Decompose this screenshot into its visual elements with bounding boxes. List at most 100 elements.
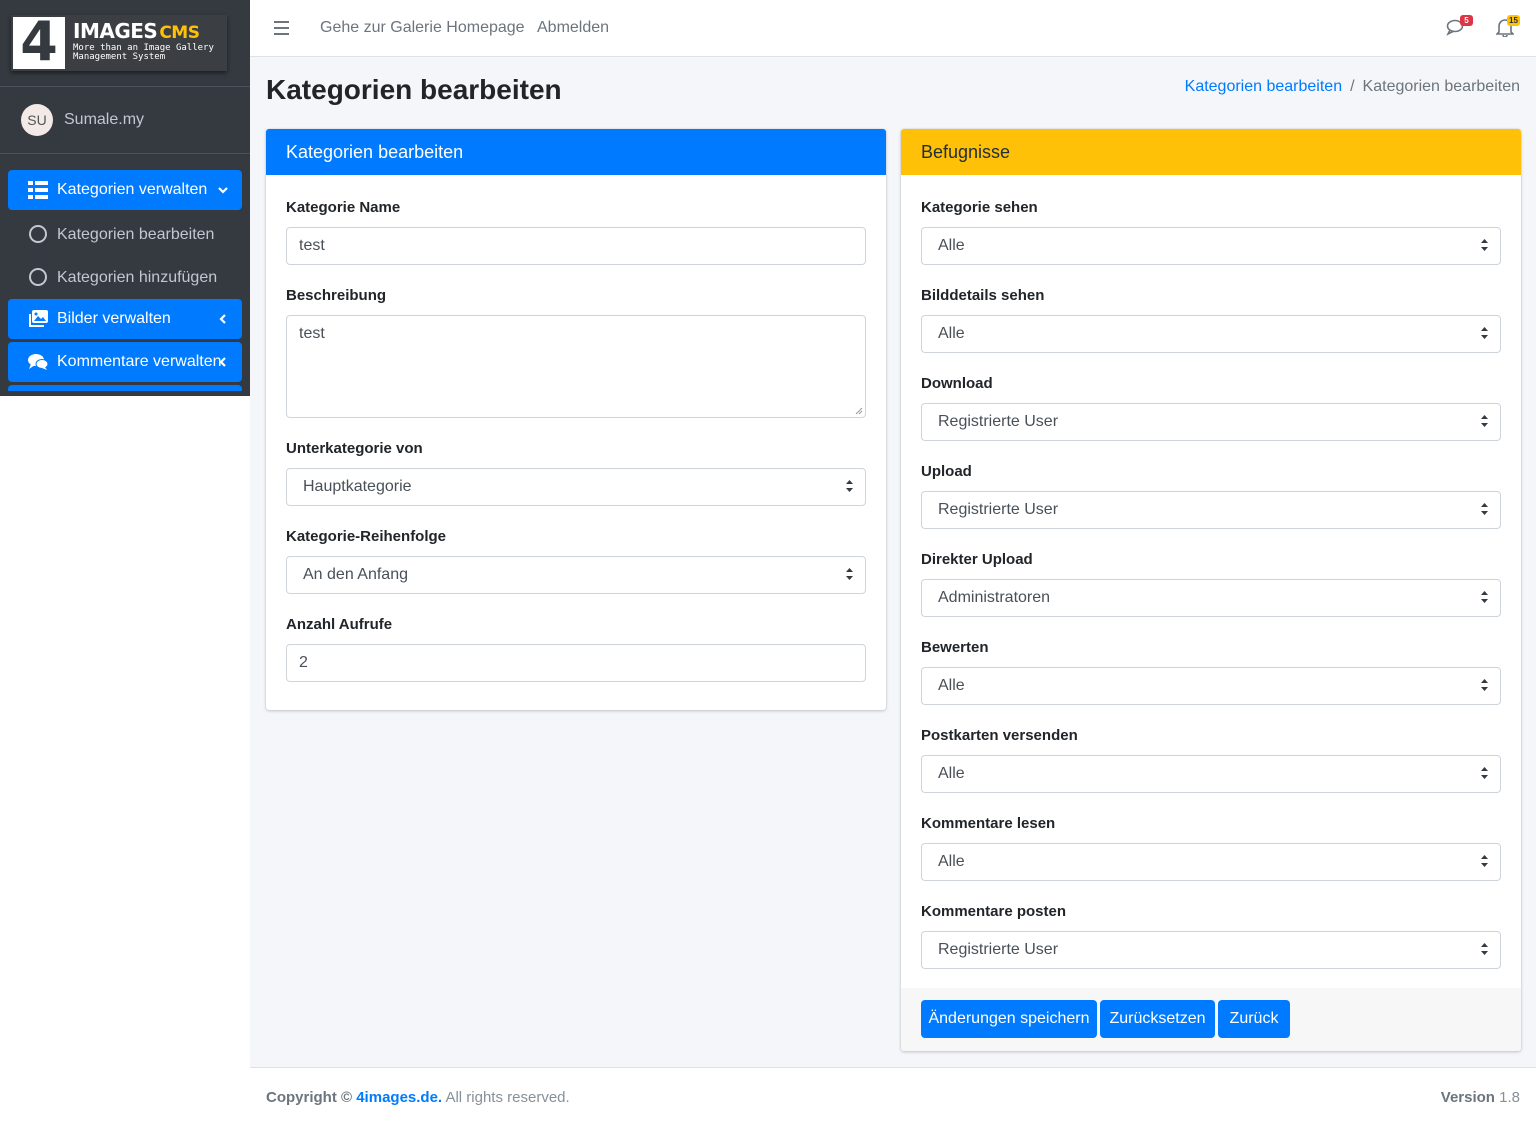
sidebar-item-label: Kategorien bearbeiten bbox=[57, 226, 215, 243]
category-card: Kategorien bearbeiten Kategorie Name tes… bbox=[266, 129, 886, 710]
select-arrows-icon bbox=[1481, 855, 1488, 867]
permission-value: Alle bbox=[938, 325, 965, 342]
permission-label: Kommentare lesen bbox=[921, 815, 1056, 832]
select-arrows-icon bbox=[1481, 327, 1488, 339]
sidebar-item-kategorien-verwalten[interactable]: Kategorien verwalten bbox=[8, 170, 242, 210]
version-value: 1.8 bbox=[1499, 1089, 1520, 1106]
category-form: Kategorie Name test Beschreibung test Un… bbox=[266, 175, 886, 682]
gallery-home-link[interactable]: Gehe zur Galerie Homepage bbox=[320, 19, 525, 37]
comments-icon bbox=[28, 354, 48, 370]
messages-badge: 5 bbox=[1460, 15, 1473, 26]
parent-category-select[interactable]: Hauptkategorie bbox=[286, 468, 866, 506]
permission-label: Download bbox=[921, 375, 993, 392]
permissions-card: Befugnisse Kategorie sehen Alle Bilddeta… bbox=[901, 129, 1521, 1051]
description-value: test bbox=[299, 325, 325, 342]
sidebar-item-kategorien-bearbeiten[interactable]: Kategorien bearbeiten bbox=[8, 213, 242, 256]
permission-label: Bewerten bbox=[921, 639, 989, 656]
save-button[interactable]: Änderungen speichern bbox=[921, 1000, 1097, 1038]
permission-download-select[interactable]: Registrierte User bbox=[921, 403, 1501, 441]
permission-label: Direkter Upload bbox=[921, 551, 1033, 568]
sidebar-item-label: Kategorien hinzufügen bbox=[57, 269, 218, 286]
select-arrows-icon bbox=[846, 480, 853, 492]
sidebar-item-label: Kategorien verwalten bbox=[57, 181, 208, 198]
logo-mark: 4 bbox=[13, 11, 65, 73]
breadcrumb-separator: / bbox=[1350, 78, 1355, 95]
brand-subtitle: More than an Image Gallery Management Sy… bbox=[73, 43, 214, 62]
brand-title-suffix: CMS bbox=[159, 23, 200, 43]
resize-handle-icon[interactable] bbox=[855, 407, 863, 415]
permission-view-details-select[interactable]: Alle bbox=[921, 315, 1501, 353]
copyright: Copyright © 4images.de. All rights reser… bbox=[266, 1089, 570, 1106]
reset-button[interactable]: Zurücksetzen bbox=[1100, 1000, 1215, 1038]
copyright-suffix: All rights reserved. bbox=[445, 1089, 570, 1106]
circle-icon bbox=[29, 268, 47, 286]
breadcrumb: Kategorien bearbeiten / Kategorien bearbei… bbox=[1185, 78, 1520, 96]
content-wrapper: Kategorien bearbeiten Kategorien bearbei… bbox=[250, 57, 1536, 1067]
permission-direct-upload-select[interactable]: Administratoren bbox=[921, 579, 1501, 617]
select-arrows-icon bbox=[1481, 943, 1488, 955]
chevron-left-icon bbox=[219, 314, 226, 324]
select-arrows-icon bbox=[1481, 591, 1488, 603]
page-title: Kategorien bearbeiten bbox=[266, 74, 562, 105]
circle-icon bbox=[29, 225, 47, 243]
copyright-link[interactable]: 4images.de. bbox=[356, 1089, 442, 1106]
permission-upload-select[interactable]: Registrierte User bbox=[921, 491, 1501, 529]
notifications-badge: 15 bbox=[1507, 15, 1520, 26]
permission-value: Registrierte User bbox=[938, 501, 1059, 518]
messages-button[interactable]: 5 bbox=[1446, 15, 1473, 40]
user-panel: SU Sumale.my bbox=[0, 87, 250, 154]
permission-postcards-select[interactable]: Alle bbox=[921, 755, 1501, 793]
permission-label: Upload bbox=[921, 463, 972, 480]
permissions-card-header: Befugnisse bbox=[901, 129, 1521, 175]
permission-label: Bilddetails sehen bbox=[921, 287, 1045, 304]
sidebar-item-bilder-verwalten[interactable]: Bilder verwalten bbox=[8, 299, 242, 339]
category-order-select[interactable]: An den Anfang bbox=[286, 556, 866, 594]
select-arrows-icon bbox=[1481, 239, 1488, 251]
brand-title: IMAGES CMS bbox=[73, 19, 200, 43]
sidebar-item-kategorien-hinzufuegen[interactable]: Kategorien hinzufügen bbox=[8, 256, 242, 299]
breadcrumb-current: Kategorien bearbeiten bbox=[1362, 78, 1520, 95]
category-card-header: Kategorien bearbeiten bbox=[266, 129, 886, 175]
avatar[interactable]: SU bbox=[21, 104, 53, 136]
brand-title-text: IMAGES bbox=[73, 19, 158, 43]
hits-value: 2 bbox=[299, 654, 308, 671]
permission-view-category-select[interactable]: Alle bbox=[921, 227, 1501, 265]
category-name-input[interactable]: test bbox=[286, 227, 866, 265]
parent-category-value: Hauptkategorie bbox=[303, 478, 412, 495]
page-footer: Copyright © 4images.de. All rights reser… bbox=[250, 1067, 1536, 1124]
category-order-label: Kategorie-Reihenfolge bbox=[286, 528, 447, 545]
category-name-label: Kategorie Name bbox=[286, 199, 401, 216]
permission-rate-select[interactable]: Alle bbox=[921, 667, 1501, 705]
brand-area: 4 IMAGES CMS More than an Image Gallery M… bbox=[0, 0, 250, 87]
permission-post-comments-select[interactable]: Registrierte User bbox=[921, 931, 1501, 969]
user-name-link[interactable]: Sumale.my bbox=[64, 111, 144, 129]
permission-value: Alle bbox=[938, 677, 965, 694]
breadcrumb-link[interactable]: Kategorien bearbeiten bbox=[1185, 78, 1342, 95]
select-arrows-icon bbox=[846, 568, 853, 580]
logo-glyph: 4 bbox=[20, 10, 58, 73]
images-icon bbox=[29, 310, 48, 327]
notifications-button[interactable]: 15 bbox=[1495, 15, 1520, 40]
permission-read-comments-select[interactable]: Alle bbox=[921, 843, 1501, 881]
select-arrows-icon bbox=[1481, 679, 1488, 691]
table-list-icon bbox=[28, 181, 48, 199]
sidebar-item-label: Kommentare verwalten bbox=[57, 353, 222, 370]
permission-value: Alle bbox=[938, 765, 965, 782]
version-label: Version bbox=[1440, 1089, 1495, 1106]
logout-link[interactable]: Abmelden bbox=[537, 19, 609, 37]
category-name-value: test bbox=[299, 237, 325, 254]
top-navbar: Gehe zur Galerie Homepage Abmelden 5 15 bbox=[250, 0, 1536, 57]
sidebar-nav: Kategorien verwalten Kategorien bearbeit… bbox=[8, 170, 242, 391]
chevron-left-icon bbox=[219, 357, 226, 367]
permission-label: Kommentare posten bbox=[921, 903, 1067, 920]
copyright-prefix: Copyright © bbox=[266, 1089, 353, 1106]
sidebar: 4 IMAGES CMS More than an Image Gallery M… bbox=[0, 0, 250, 396]
brand-logo[interactable]: 4 IMAGES CMS More than an Image Gallery M… bbox=[11, 11, 227, 73]
parent-category-label: Unterkategorie von bbox=[286, 440, 423, 457]
permission-label: Kategorie sehen bbox=[921, 199, 1038, 216]
sidebar-item-kommentare-verwalten[interactable]: Kommentare verwalten bbox=[8, 342, 242, 382]
hits-input[interactable]: 2 bbox=[286, 644, 866, 682]
menu-toggle-icon[interactable] bbox=[274, 21, 289, 35]
description-textarea[interactable]: test bbox=[286, 315, 866, 418]
back-button[interactable]: Zurück bbox=[1218, 1000, 1290, 1038]
